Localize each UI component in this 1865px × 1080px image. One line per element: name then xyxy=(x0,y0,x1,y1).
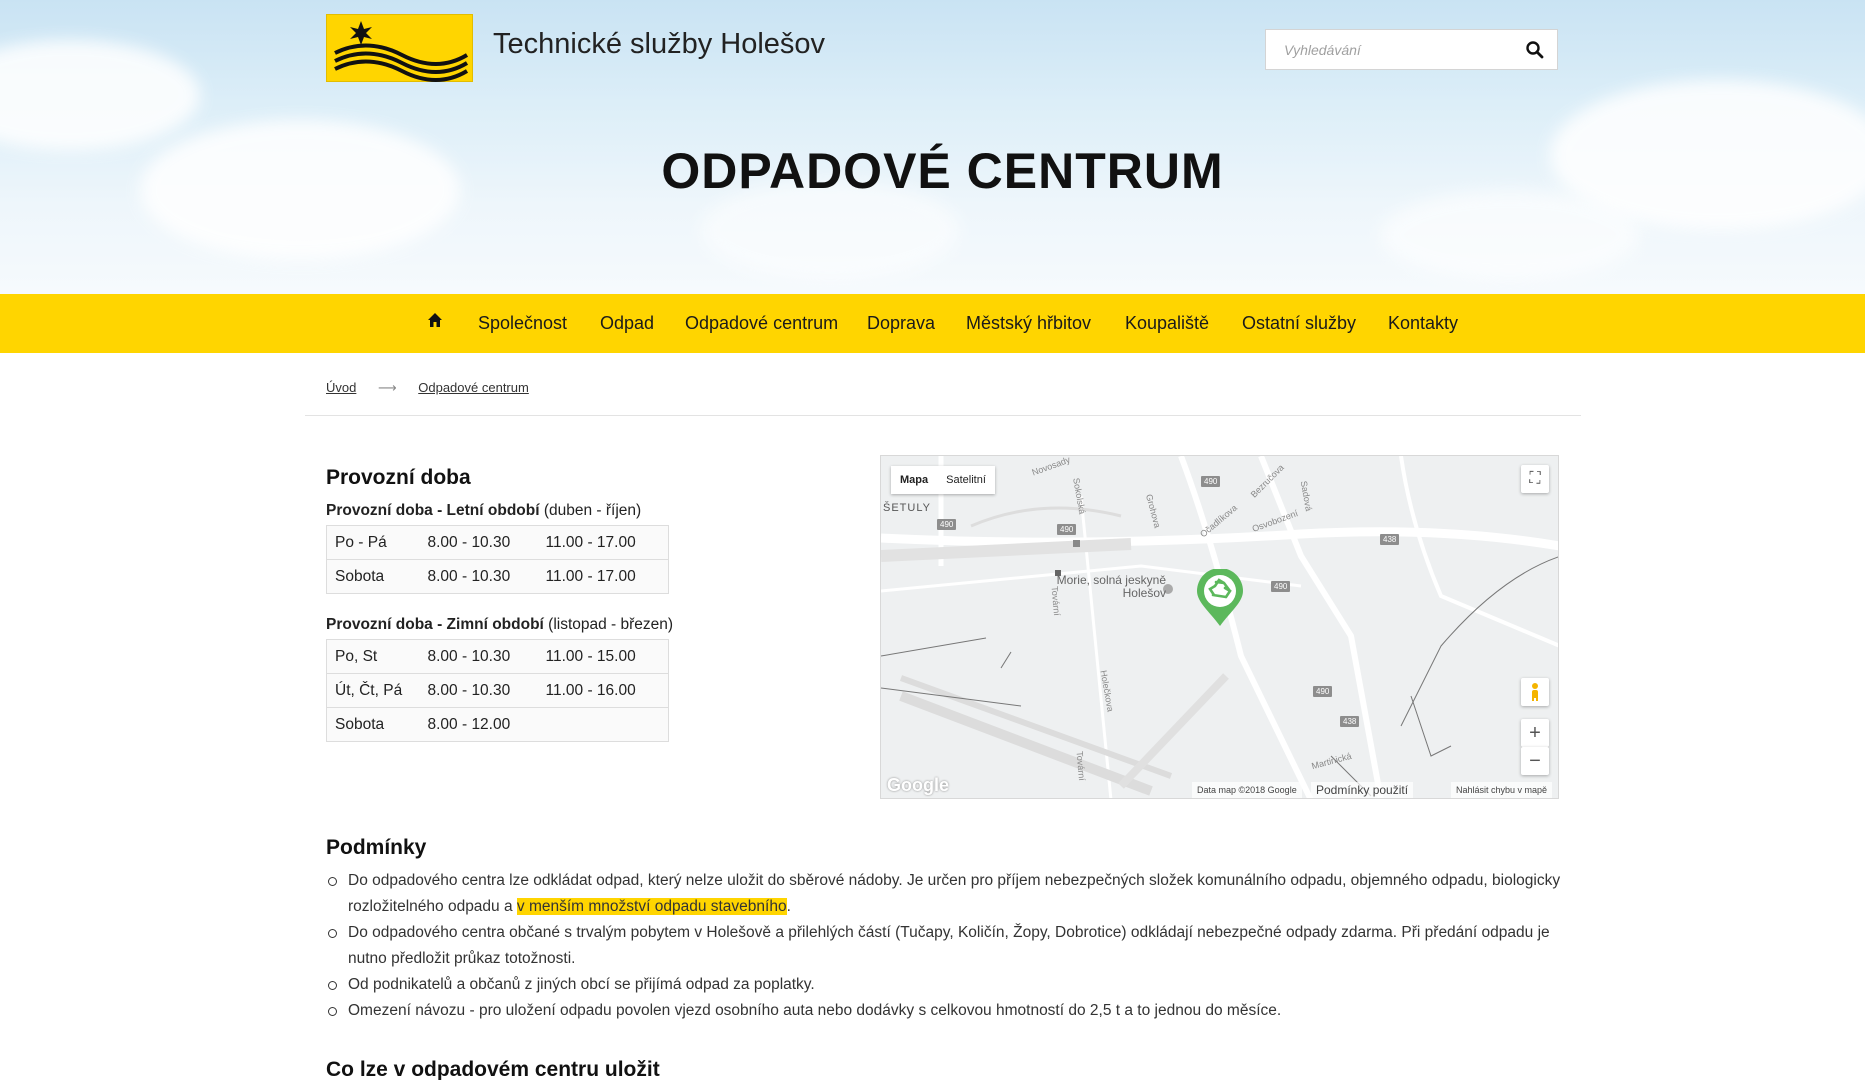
summer-period: (duben - říjen) xyxy=(543,502,642,519)
nav-item-doprava[interactable]: Doprava xyxy=(867,313,935,334)
table-cell: 8.00 - 10.30 xyxy=(419,525,538,560)
cloud xyxy=(1380,190,1640,280)
search-input[interactable] xyxy=(1284,39,1504,61)
road-number: 490 xyxy=(1201,476,1221,487)
breadcrumb: Úvod ⟶ Odpadové centrum xyxy=(326,380,529,396)
nav-item-odpadove-centrum[interactable]: Odpadové centrum xyxy=(685,313,838,334)
main-nav: Společnost Odpad Odpadové centrum Doprav… xyxy=(0,294,1865,353)
table-cell xyxy=(537,707,669,742)
map-type-satellite[interactable]: Satelitní xyxy=(937,466,995,494)
nav-item-spolecnost[interactable]: Společnost xyxy=(478,313,567,334)
page-title: ODPADOVÉ CENTRUM xyxy=(661,143,1224,199)
table-cell: 11.00 - 16.00 xyxy=(537,673,669,708)
zoom-out-button[interactable]: − xyxy=(1521,747,1549,775)
section-title: Co lze v odpadovém centru uložit xyxy=(326,1058,660,1080)
table-cell: Po, St xyxy=(326,639,420,674)
search-box xyxy=(1265,29,1558,70)
map-type-map[interactable]: Mapa xyxy=(891,466,937,494)
summer-label-text: Provozní doba - Letní období xyxy=(326,502,540,519)
nav-item-koupaliste[interactable]: Koupaliště xyxy=(1125,313,1209,334)
table-cell: Út, Čt, Pá xyxy=(326,673,420,708)
summer-hours-table: Po - Pá 8.00 - 10.30 11.00 - 17.00 Sobot… xyxy=(326,525,669,594)
table-cell: 8.00 - 12.00 xyxy=(419,707,538,742)
road-number: 490 xyxy=(937,519,957,530)
highlighted-text: v menším množství odpadu stavebního xyxy=(516,898,787,915)
zoom-in-button[interactable]: + xyxy=(1521,719,1549,747)
search-icon[interactable] xyxy=(1525,40,1545,60)
map-report-link[interactable]: Nahlásit chybu v mapě xyxy=(1451,782,1553,798)
nav-item-odpad[interactable]: Odpad xyxy=(600,313,654,334)
list-item: Omezení návozu - pro uložení odpadu povo… xyxy=(326,998,1566,1024)
nav-item-kontakty[interactable]: Kontakty xyxy=(1388,313,1458,334)
table-row: Po, St 8.00 - 10.30 11.00 - 15.00 xyxy=(326,639,669,674)
summer-label: Provozní doba - Letní období (duben - ří… xyxy=(326,502,641,520)
header-hero: Technické služby Holešov ODPADOVÉ CENTRU… xyxy=(0,0,1865,294)
table-row: Sobota 8.00 - 12.00 xyxy=(326,707,669,742)
table-cell: Sobota xyxy=(326,559,420,594)
table-cell: 11.00 - 15.00 xyxy=(537,639,669,674)
list-item-text: . xyxy=(786,898,791,915)
table-cell: Sobota xyxy=(326,707,420,742)
conditions-list: Do odpadového centra lze odkládat odpad,… xyxy=(326,868,1566,1024)
list-item: Od podnikatelů a občanů z jiných obcí se… xyxy=(326,972,1566,998)
breadcrumb-current[interactable]: Odpadové centrum xyxy=(418,380,529,395)
table-cell: 8.00 - 10.30 xyxy=(419,639,538,674)
location-map[interactable]: Mapa Satelitní ⛶ ŠETULY Morie, solná jes… xyxy=(880,455,1559,799)
table-cell: Po - Pá xyxy=(326,525,420,560)
map-district-label: ŠETULY xyxy=(883,502,931,514)
table-row: Sobota 8.00 - 10.30 11.00 - 17.00 xyxy=(326,559,669,594)
cloud xyxy=(0,40,200,150)
pegman-icon[interactable] xyxy=(1521,678,1549,706)
list-item: Do odpadového centra občané s trvalým po… xyxy=(326,920,1566,972)
winter-period: (listopad - březen) xyxy=(548,616,674,633)
winter-hours-table: Po, St 8.00 - 10.30 11.00 - 15.00 Út, Čt… xyxy=(326,639,669,742)
table-row: Út, Čt, Pá 8.00 - 10.30 11.00 - 16.00 xyxy=(326,673,669,708)
nav-item-ostatni-sluzby[interactable]: Ostatní služby xyxy=(1242,313,1356,334)
home-icon[interactable] xyxy=(427,312,443,333)
map-data-credit: Data map ©2018 Google xyxy=(1192,782,1302,798)
breadcrumb-home[interactable]: Úvod xyxy=(326,380,356,395)
winter-label: Provozní doba - Zimní období (listopad -… xyxy=(326,616,673,634)
site-name[interactable]: Technické služby Holešov xyxy=(493,28,825,61)
list-item: Do odpadového centra lze odkládat odpad,… xyxy=(326,868,1566,920)
table-cell: 11.00 - 17.00 xyxy=(537,559,669,594)
map-type-control: Mapa Satelitní xyxy=(891,466,995,494)
map-poi-label: Morie, solná jeskyně Holešov xyxy=(1056,573,1166,600)
conditions-title: Podmínky xyxy=(326,836,427,859)
breadcrumb-separator: ⟶ xyxy=(377,380,397,395)
fullscreen-icon[interactable]: ⛶ xyxy=(1521,465,1549,493)
map-terms-link[interactable]: Podmínky použití xyxy=(1311,782,1414,798)
winter-label-text: Provozní doba - Zimní období xyxy=(326,616,544,633)
road-number: 438 xyxy=(1380,534,1400,545)
recycling-marker-icon[interactable] xyxy=(1195,568,1245,632)
table-row: Po - Pá 8.00 - 10.30 11.00 - 17.00 xyxy=(326,525,669,560)
road-number: 490 xyxy=(1271,581,1291,592)
road-number: 490 xyxy=(1057,524,1077,535)
divider xyxy=(305,415,1581,416)
table-cell: 8.00 - 10.30 xyxy=(419,559,538,594)
google-logo: Google xyxy=(887,775,949,795)
table-cell: 11.00 - 17.00 xyxy=(537,525,669,560)
nav-item-mestsky-hrbitov[interactable]: Městský hřbitov xyxy=(966,313,1091,334)
road-number: 438 xyxy=(1340,716,1360,727)
road-number: 490 xyxy=(1313,686,1333,697)
table-cell: 8.00 - 10.30 xyxy=(419,673,538,708)
company-logo[interactable] xyxy=(326,14,473,82)
hours-title: Provozní doba xyxy=(326,466,471,489)
